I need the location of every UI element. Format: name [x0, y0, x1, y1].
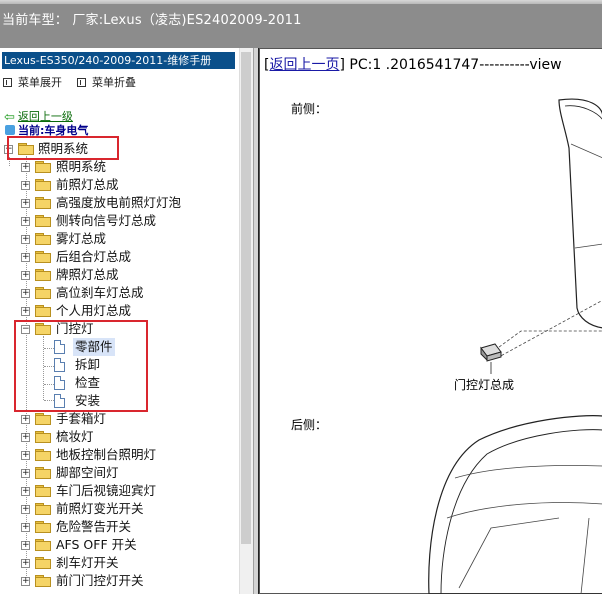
front-door-trim [558, 98, 602, 329]
highlight-box-door-lamp [14, 320, 148, 412]
top-header: 当前车型： 厂家:Lexus（凌志)ES2402009-2011 [0, 0, 602, 48]
folder-icon [35, 269, 51, 281]
expand-icon [3, 78, 12, 87]
left-scrollbar-thumb[interactable] [241, 52, 251, 544]
folder-icon [35, 251, 51, 263]
folder-icon [35, 179, 51, 191]
left-panel: Lexus-ES350/240-2009-2011-维修手册 菜单展开 菜单折叠… [0, 48, 258, 594]
folder-icon [35, 485, 51, 497]
manual-title: Lexus-ES350/240-2009-2011-维修手册 [2, 52, 235, 69]
folder-icon [35, 467, 51, 479]
folder-icon [35, 287, 51, 299]
folder-icon [35, 449, 51, 461]
window-strip [0, 0, 602, 4]
folder-icon [35, 413, 51, 425]
parts-diagram [428, 98, 602, 594]
document-panel: [返回上一页] PC:1 .2016541747----------view 前… [258, 48, 602, 594]
vehicle-model-title: 当前车型： 厂家:Lexus（凌志)ES2402009-2011 [2, 13, 302, 28]
folder-icon [35, 539, 51, 551]
folder-icon [35, 503, 51, 515]
folder-icon [35, 431, 51, 443]
folder-icon [35, 197, 51, 209]
collapse-icon [77, 78, 86, 87]
highlight-box-root [7, 136, 119, 160]
folder-icon [35, 305, 51, 317]
current-section-icon [5, 125, 15, 135]
folder-icon [35, 233, 51, 245]
menu-collapse-button[interactable]: 菜单折叠 [77, 74, 136, 90]
folder-icon [35, 575, 51, 587]
folder-icon [35, 215, 51, 227]
folder-icon [35, 557, 51, 569]
folder-icon [35, 161, 51, 173]
folder-icon [35, 521, 51, 533]
leader-line [494, 330, 602, 351]
menu-expand-button[interactable]: 菜单展开 [3, 74, 62, 90]
door-lamp-part [480, 343, 502, 362]
